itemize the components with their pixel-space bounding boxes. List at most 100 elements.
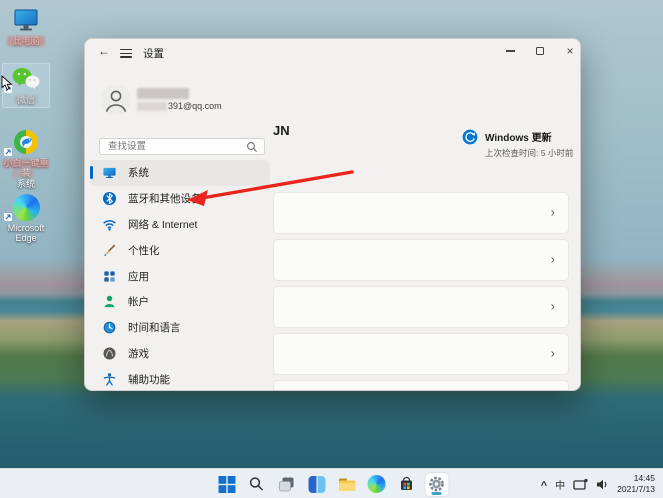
windows-update-icon xyxy=(462,129,478,145)
start-button[interactable] xyxy=(215,473,238,496)
account-name-censored xyxy=(137,88,189,99)
settings-list-item[interactable]: › xyxy=(273,286,569,328)
file-explorer-button[interactable] xyxy=(335,473,358,496)
settings-window: ← 设置 × 391@qq.com 查找设置 系统 蓝牙和其他设备 网络 & I… xyxy=(84,38,581,391)
windows-logo-icon xyxy=(218,475,235,493)
task-view-button[interactable] xyxy=(275,473,298,496)
settings-sidebar: 系统 蓝牙和其他设备 网络 & Internet 个性化 应用 帐户 时间和语言… xyxy=(90,160,270,390)
close-button[interactable]: × xyxy=(555,39,580,63)
chevron-right-icon: › xyxy=(550,298,555,314)
taskbar: ^ 中 14:45 2021/7/13 xyxy=(0,468,663,498)
store-button[interactable] xyxy=(395,473,418,496)
this-pc-label: 此电脑 xyxy=(12,36,40,46)
paintbrush-icon xyxy=(104,244,116,256)
menu-icon[interactable] xyxy=(120,49,132,58)
account-person-icon xyxy=(104,296,115,308)
person-icon xyxy=(105,90,127,114)
sidebar-item-label: 帐户 xyxy=(128,296,149,309)
wifi-icon xyxy=(103,220,116,231)
search-input[interactable] xyxy=(100,141,246,152)
sidebar-item-system[interactable]: 系统 xyxy=(90,160,270,186)
desktop-screen: 此电脑 微信 小白一键重装 系统 Microsoft Edge ← 设置 × 3… xyxy=(0,0,663,498)
edge-label-line1: Microsoft xyxy=(7,223,45,233)
sidebar-item-apps[interactable]: 应用 xyxy=(90,263,270,289)
window-title: 设置 xyxy=(143,48,164,60)
this-pc-icon xyxy=(0,8,52,34)
sidebar-item-label: 蓝牙和其他设备 xyxy=(128,193,202,206)
accessibility-person-icon xyxy=(103,372,116,386)
settings-content-list: › › › › › xyxy=(273,192,569,390)
clock-date: 2021/7/13 xyxy=(617,484,655,494)
task-view-icon xyxy=(279,477,294,492)
edge-button[interactable] xyxy=(365,473,388,496)
wechat-label: 微信 xyxy=(16,95,35,105)
sidebar-item-accessibility[interactable]: 辅助功能 xyxy=(90,366,270,390)
desktop-icon-xiaobai[interactable]: 小白一键重装 系统 xyxy=(0,128,52,189)
update-status-text: 上次检查时间: 5 小时前 xyxy=(485,147,574,158)
sidebar-item-bluetooth-devices[interactable]: 蓝牙和其他设备 xyxy=(90,186,270,212)
shortcut-arrow-icon xyxy=(4,85,12,93)
clock-time: 14:45 xyxy=(633,472,655,483)
sidebar-item-label: 应用 xyxy=(128,270,149,283)
search-icon xyxy=(247,141,257,152)
volume-icon[interactable] xyxy=(596,478,609,491)
sidebar-item-label: 时间和语言 xyxy=(128,322,181,335)
sidebar-item-accounts[interactable]: 帐户 xyxy=(90,289,270,315)
network-display-icon[interactable] xyxy=(573,478,588,491)
xiaobai-label-line1: 小白一键重装 xyxy=(3,158,49,179)
shortcut-arrow-icon xyxy=(4,148,12,156)
gear-icon xyxy=(429,476,444,492)
wechat-icon xyxy=(0,66,52,93)
desktop-icon-this-pc[interactable]: 此电脑 xyxy=(0,8,52,46)
xiaobai-icon xyxy=(0,128,52,156)
sidebar-item-gaming[interactable]: 游戏 xyxy=(90,341,270,367)
shortcut-arrow-icon xyxy=(4,213,12,221)
settings-list-item[interactable]: › xyxy=(273,192,569,234)
desktop-icon-edge[interactable]: Microsoft Edge xyxy=(0,194,52,244)
sidebar-item-label: 系统 xyxy=(128,167,149,180)
search-icon xyxy=(249,477,263,491)
sidebar-item-label: 辅助功能 xyxy=(128,373,170,386)
settings-list-item[interactable]: › xyxy=(273,380,569,390)
windows-update-status[interactable]: Windows 更新 上次检查时间: 5 小时前 xyxy=(462,129,573,159)
edge-icon xyxy=(367,475,386,493)
edge-label-line2: Edge xyxy=(15,233,37,244)
bluetooth-icon xyxy=(102,192,117,206)
sidebar-item-label: 网络 & Internet xyxy=(128,218,198,231)
maximize-button[interactable] xyxy=(525,39,555,63)
update-title: Windows 更新 xyxy=(485,133,552,144)
widgets-icon xyxy=(308,475,325,493)
settings-search-box[interactable] xyxy=(99,138,265,155)
edge-icon xyxy=(0,194,52,221)
sidebar-item-time-language[interactable]: 时间和语言 xyxy=(90,315,270,341)
sidebar-item-network[interactable]: 网络 & Internet xyxy=(90,212,270,238)
tray-expand-icon[interactable]: ^ xyxy=(541,480,547,492)
sidebar-item-personalization[interactable]: 个性化 xyxy=(90,237,270,263)
chevron-right-icon: › xyxy=(550,345,555,361)
sidebar-item-label: 游戏 xyxy=(128,347,149,360)
settings-list-item[interactable]: › xyxy=(273,239,569,281)
xbox-icon xyxy=(103,347,116,360)
system-icon xyxy=(103,168,116,179)
taskbar-clock[interactable]: 14:45 2021/7/13 xyxy=(617,473,655,495)
taskbar-search-button[interactable] xyxy=(245,473,268,496)
sidebar-item-label: 个性化 xyxy=(128,244,160,257)
folder-icon xyxy=(338,478,355,491)
email-prefix-censored xyxy=(137,101,167,111)
chevron-right-icon: › xyxy=(550,251,555,267)
widgets-button[interactable] xyxy=(305,473,328,496)
apps-grid-icon xyxy=(104,270,115,282)
xiaobai-label-line2: 系统 xyxy=(16,178,35,189)
clock-icon xyxy=(103,321,116,334)
settings-button[interactable] xyxy=(425,472,448,496)
chevron-right-icon: › xyxy=(550,204,555,220)
settings-list-item[interactable]: › xyxy=(273,333,569,375)
user-avatar[interactable] xyxy=(101,85,131,115)
account-email: 391@qq.com xyxy=(137,101,222,111)
ime-indicator[interactable]: 中 xyxy=(555,477,565,492)
desktop-icon-wechat[interactable]: 微信 xyxy=(0,63,52,109)
back-button[interactable]: ← xyxy=(98,44,110,58)
device-name-heading: JN xyxy=(273,123,290,138)
minimize-button[interactable] xyxy=(495,39,525,63)
store-bag-icon xyxy=(401,476,412,490)
